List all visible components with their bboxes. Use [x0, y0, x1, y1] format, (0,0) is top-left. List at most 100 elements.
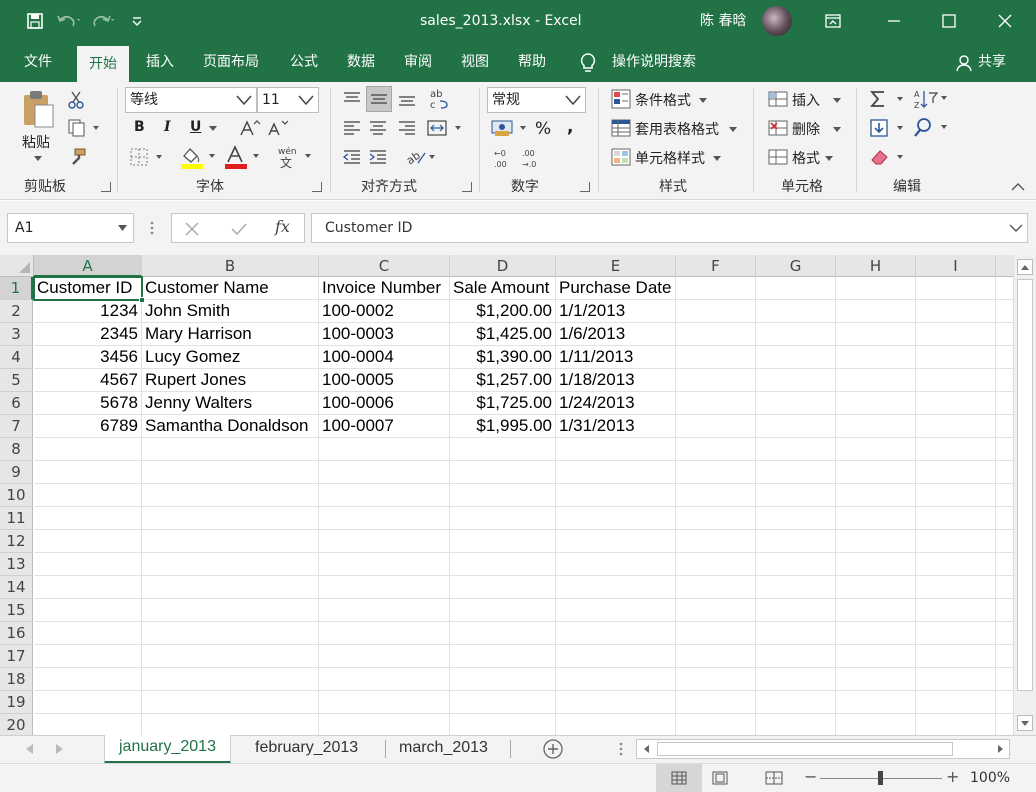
column-header-D[interactable]: D — [450, 255, 556, 277]
cell-B16[interactable] — [142, 622, 319, 645]
zoom-slider-thumb[interactable] — [878, 771, 883, 785]
cell-H13[interactable] — [836, 553, 916, 576]
cell-I17[interactable] — [916, 645, 996, 668]
new-sheet-icon[interactable] — [542, 738, 564, 760]
cell-C16[interactable] — [319, 622, 450, 645]
redo-icon[interactable] — [86, 0, 120, 42]
cell-E9[interactable] — [556, 461, 676, 484]
cell-I20[interactable] — [916, 714, 996, 735]
cell-C6[interactable]: 100-0006 — [319, 392, 450, 415]
sort-filter-icon[interactable]: AZ — [912, 88, 952, 110]
autosum-icon[interactable] — [868, 88, 908, 110]
insert-function-icon[interactable]: fx — [275, 217, 290, 236]
cell-H10[interactable] — [836, 484, 916, 507]
cell-G9[interactable] — [756, 461, 836, 484]
cell-B12[interactable] — [142, 530, 319, 553]
cell-I11[interactable] — [916, 507, 996, 530]
cell-H5[interactable] — [836, 369, 916, 392]
cell-D1[interactable]: Sale Amount — [450, 277, 556, 300]
cell-D15[interactable] — [450, 599, 556, 622]
cell-E4[interactable]: 1/11/2013 — [556, 346, 676, 369]
format-cells-icon[interactable] — [767, 146, 789, 168]
increase-decimal-icon[interactable]: ←0.00 — [491, 146, 517, 170]
cell-A1[interactable]: Customer ID — [34, 277, 142, 300]
cell-A14[interactable] — [34, 576, 142, 599]
underline-button[interactable]: U — [190, 119, 201, 135]
cell-C11[interactable] — [319, 507, 450, 530]
conditional-formatting-button[interactable]: 条件格式 — [635, 90, 691, 110]
format-table-dropdown-icon[interactable] — [728, 125, 738, 133]
scroll-left-icon[interactable] — [639, 742, 653, 756]
delete-cells-button[interactable]: 删除 — [792, 119, 820, 139]
cell-E5[interactable]: 1/18/2013 — [556, 369, 676, 392]
select-all-corner[interactable] — [0, 255, 34, 277]
comma-style-icon[interactable]: , — [567, 117, 573, 137]
cell-F16[interactable] — [676, 622, 756, 645]
cell-F3[interactable] — [676, 323, 756, 346]
italic-button[interactable]: I — [164, 119, 171, 135]
cell-F11[interactable] — [676, 507, 756, 530]
next-sheet-icon[interactable] — [56, 744, 64, 754]
row-header-5[interactable]: 5 — [0, 369, 33, 392]
clear-icon[interactable] — [868, 146, 908, 168]
cell-C2[interactable]: 100-0002 — [319, 300, 450, 323]
underline-dropdown-icon[interactable] — [208, 124, 218, 132]
cell-A4[interactable]: 3456 — [34, 346, 142, 369]
cell-B17[interactable] — [142, 645, 319, 668]
cell-B20[interactable] — [142, 714, 319, 735]
cell-B18[interactable] — [142, 668, 319, 691]
zoom-in-icon[interactable]: + — [946, 769, 959, 785]
cell-G7[interactable] — [756, 415, 836, 438]
tab-help[interactable]: 帮助 — [506, 42, 558, 82]
number-format-select[interactable]: 常规 — [487, 87, 586, 113]
cell-C17[interactable] — [319, 645, 450, 668]
name-box[interactable]: A1 — [7, 213, 134, 243]
cell-D14[interactable] — [450, 576, 556, 599]
cell-F10[interactable] — [676, 484, 756, 507]
cell-C4[interactable]: 100-0004 — [319, 346, 450, 369]
cell-B5[interactable]: Rupert Jones — [142, 369, 319, 392]
fill-handle[interactable] — [139, 297, 145, 303]
vertical-scrollbar[interactable] — [1013, 255, 1036, 735]
cell-I9[interactable] — [916, 461, 996, 484]
cell-G16[interactable] — [756, 622, 836, 645]
cell-G2[interactable] — [756, 300, 836, 323]
delete-dropdown-icon[interactable] — [832, 125, 842, 133]
wrap-text-icon[interactable]: ab c — [426, 86, 452, 112]
cell-H7[interactable] — [836, 415, 916, 438]
cell-I12[interactable] — [916, 530, 996, 553]
delete-cells-icon[interactable] — [767, 117, 789, 139]
cell-I2[interactable] — [916, 300, 996, 323]
row-header-15[interactable]: 15 — [0, 599, 33, 622]
cell-A2[interactable]: 1234 — [34, 300, 142, 323]
cell-E12[interactable] — [556, 530, 676, 553]
column-header-C[interactable]: C — [319, 255, 450, 277]
cell-F17[interactable] — [676, 645, 756, 668]
cell-H19[interactable] — [836, 691, 916, 714]
cell-B9[interactable] — [142, 461, 319, 484]
cell-H6[interactable] — [836, 392, 916, 415]
cell-I7[interactable] — [916, 415, 996, 438]
cell-E18[interactable] — [556, 668, 676, 691]
cell-H3[interactable] — [836, 323, 916, 346]
cell-G15[interactable] — [756, 599, 836, 622]
cell-C7[interactable]: 100-0007 — [319, 415, 450, 438]
cell-J14[interactable] — [996, 576, 1013, 599]
cell-E20[interactable] — [556, 714, 676, 735]
cell-G1[interactable] — [756, 277, 836, 300]
copy-icon[interactable] — [66, 118, 104, 138]
cell-I10[interactable] — [916, 484, 996, 507]
cell-F15[interactable] — [676, 599, 756, 622]
alignment-launcher-icon[interactable] — [462, 182, 472, 192]
cell-B10[interactable] — [142, 484, 319, 507]
cell-B6[interactable]: Jenny Walters — [142, 392, 319, 415]
cell-C1[interactable]: Invoice Number — [319, 277, 450, 300]
prev-sheet-icon[interactable] — [26, 744, 34, 754]
cell-I15[interactable] — [916, 599, 996, 622]
cell-B14[interactable] — [142, 576, 319, 599]
format-painter-icon[interactable] — [66, 146, 88, 168]
cell-G4[interactable] — [756, 346, 836, 369]
cell-F14[interactable] — [676, 576, 756, 599]
cell-H18[interactable] — [836, 668, 916, 691]
clipboard-launcher-icon[interactable] — [101, 182, 111, 192]
